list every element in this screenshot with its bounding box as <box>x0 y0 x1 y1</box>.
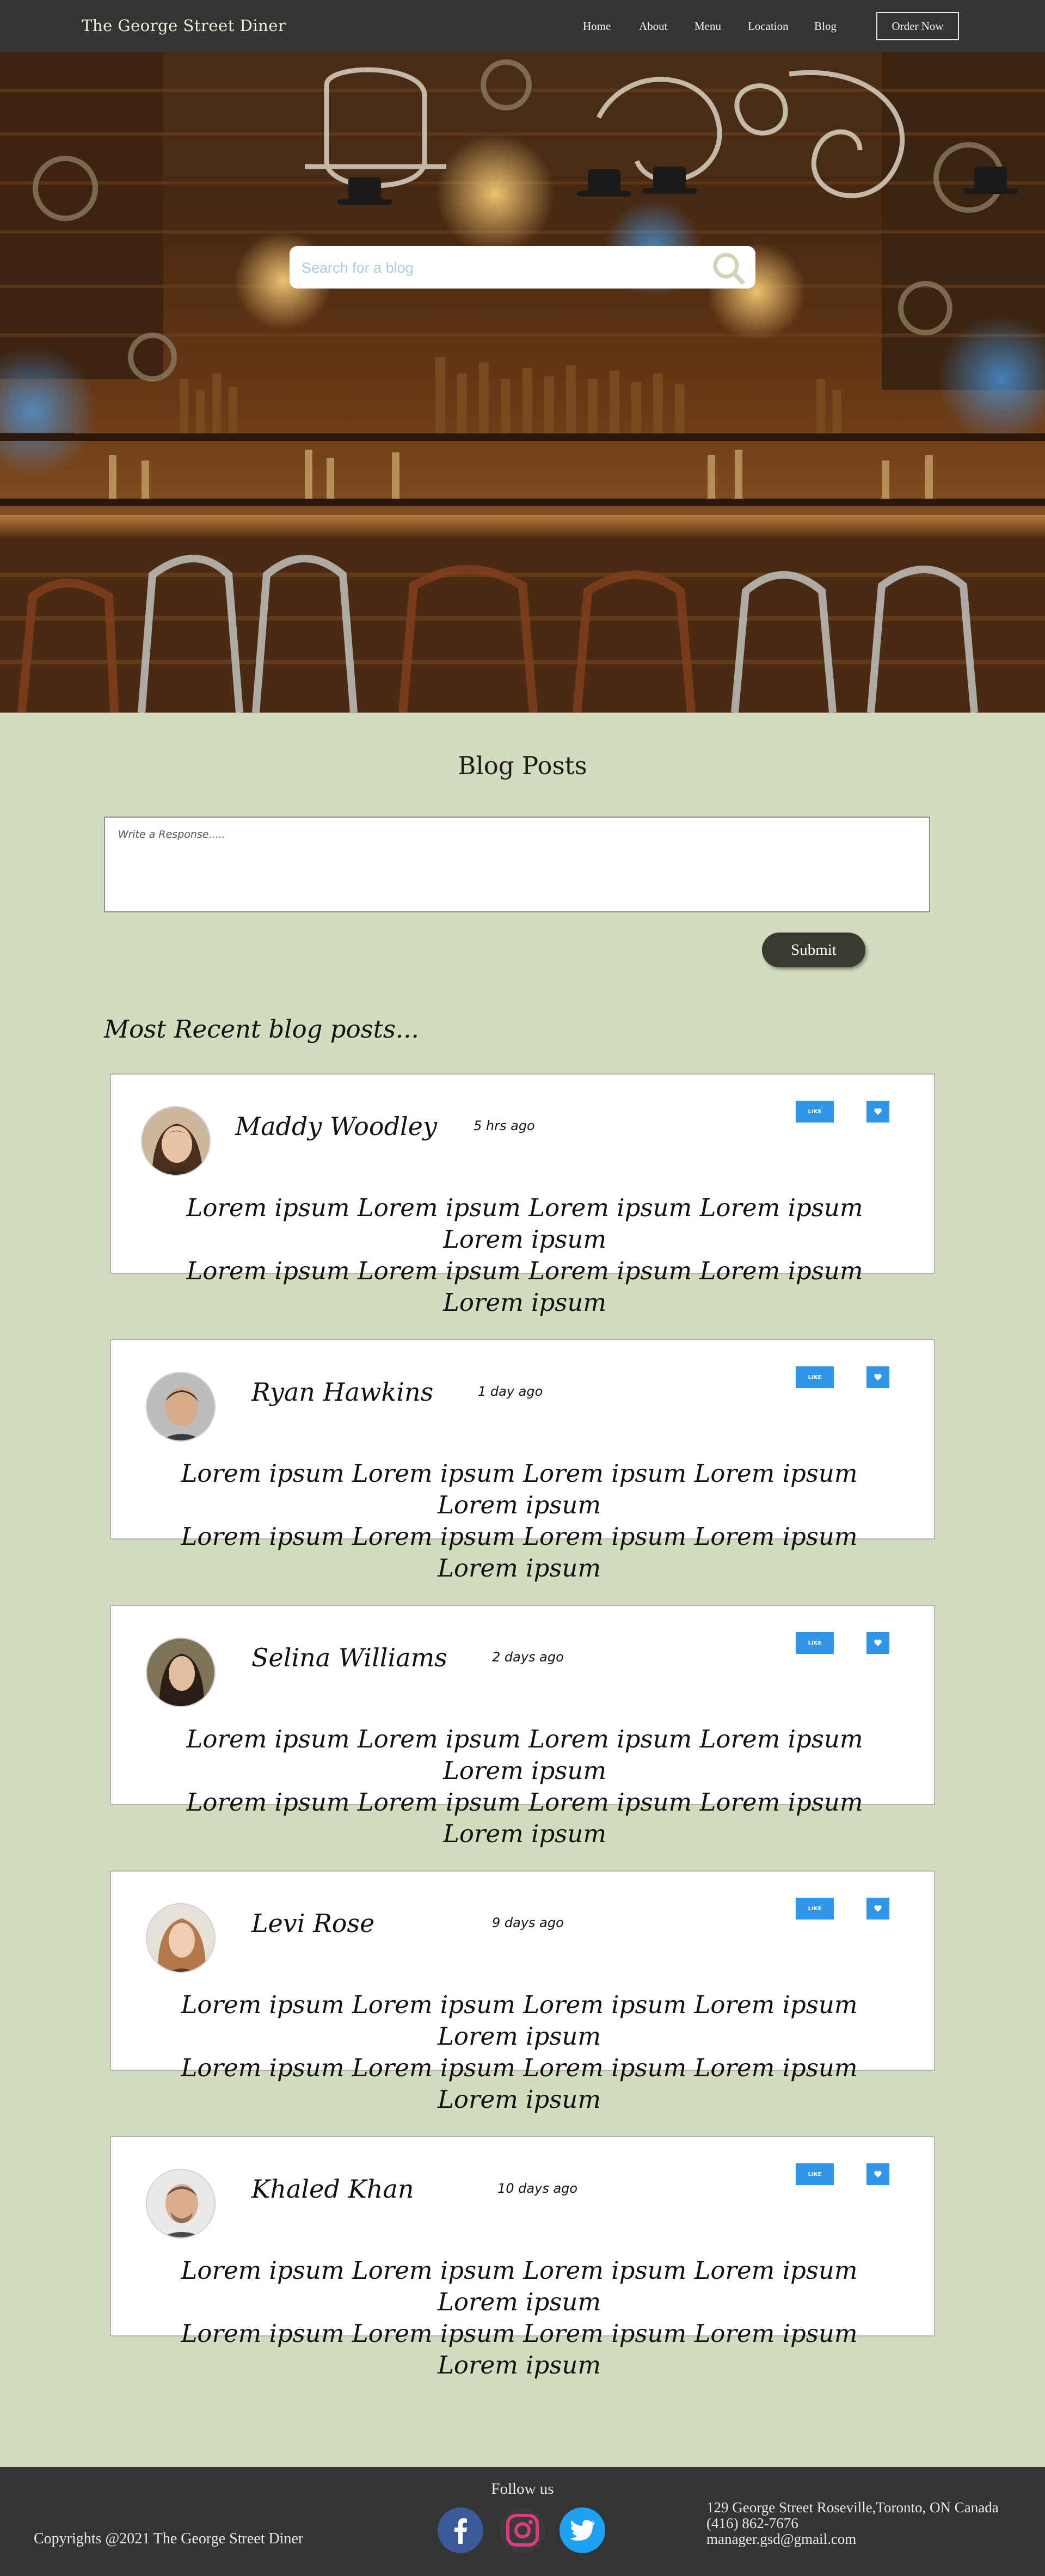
post-body-line: Lorem ipsum Lorem ipsum Lorem ipsum Lore… <box>181 1522 858 1583</box>
blog-search-box <box>290 246 755 289</box>
post-time: 10 days ago <box>497 2181 578 2196</box>
blog-post-card: Ryan Hawkins 1 day ago LIKE Lorem ipsum … <box>110 1339 935 1583</box>
post-body: Lorem ipsum Lorem ipsum Lorem ipsum Lore… <box>144 1724 906 1850</box>
post-body-line: Lorem ipsum Lorem ipsum Lorem ipsum Lore… <box>181 2319 858 2379</box>
heart-icon <box>874 1639 882 1646</box>
post-body: Lorem ipsum Lorem ipsum Lorem ipsum Lore… <box>138 2255 900 2381</box>
post-body-line: Lorem ipsum Lorem ipsum Lorem ipsum Lore… <box>186 1193 863 1254</box>
site-footer: Follow us Copyrights @2021 The George St… <box>0 2467 1045 2576</box>
post-body-line: Lorem ipsum Lorem ipsum Lorem ipsum Lore… <box>186 1725 863 1785</box>
post-body-line: Lorem ipsum Lorem ipsum Lorem ipsum Lore… <box>181 1990 858 2051</box>
favorite-button[interactable] <box>866 2163 889 2185</box>
favorite-button[interactable] <box>866 1366 889 1388</box>
address-text: 129 George Street Roseville,Toronto, ON … <box>706 2499 999 2516</box>
avatar[interactable] <box>146 2169 216 2238</box>
follow-us-label: Follow us <box>491 2480 554 2498</box>
blog-post-card: Khaled Khan 10 days ago LIKE Lorem ipsum… <box>110 2136 935 2379</box>
blog-search-input[interactable] <box>300 256 705 280</box>
post-author[interactable]: Maddy Woodley <box>235 1112 437 1141</box>
blog-post-card: Levi Rose 9 days ago LIKE Lorem ipsum Lo… <box>110 1870 935 2114</box>
blog-post-card: Selina Williams 2 days ago LIKE Lorem ip… <box>110 1605 935 1848</box>
response-input[interactable] <box>117 827 919 906</box>
nav-link-menu[interactable]: Menu <box>694 20 721 33</box>
avatar[interactable] <box>146 1637 216 1707</box>
post-time: 9 days ago <box>492 1915 564 1930</box>
order-now-button[interactable]: Order Now <box>876 12 959 40</box>
like-button[interactable]: LIKE <box>796 1366 834 1388</box>
avatar[interactable] <box>146 1372 216 1442</box>
heart-icon <box>874 1108 882 1115</box>
phone-text[interactable]: (416) 862-7676 <box>706 2516 999 2531</box>
post-body-line: Lorem ipsum Lorem ipsum Lorem ipsum Lore… <box>186 1788 863 1848</box>
post-body: Lorem ipsum Lorem ipsum Lorem ipsum Lore… <box>144 1192 906 1318</box>
nav-link-home[interactable]: Home <box>583 20 611 33</box>
brand-logo[interactable]: The George Street Diner <box>82 16 286 35</box>
post-author[interactable]: Selina Williams <box>251 1643 447 1672</box>
copyright-text: Copyrights @2021 The George Street Diner <box>34 2530 304 2547</box>
like-button[interactable]: LIKE <box>796 1101 834 1123</box>
nav-link-location[interactable]: Location <box>748 20 789 33</box>
post-time: 2 days ago <box>492 1649 564 1665</box>
hero-bar-illustration <box>0 52 1045 713</box>
email-text[interactable]: manager.gsd@gmail.com <box>706 2531 999 2547</box>
heart-icon <box>874 1905 882 1912</box>
nav-link-about[interactable]: About <box>639 20 668 33</box>
top-nav: The George Street Diner Home About Menu … <box>0 0 1045 52</box>
twitter-icon[interactable] <box>560 2507 605 2553</box>
post-body-line: Lorem ipsum Lorem ipsum Lorem ipsum Lore… <box>181 1459 858 1519</box>
favorite-button[interactable] <box>866 1898 889 1919</box>
facebook-icon[interactable] <box>438 2507 483 2553</box>
like-button[interactable]: LIKE <box>796 2163 834 2185</box>
post-body-line: Lorem ipsum Lorem ipsum Lorem ipsum Lore… <box>181 2053 858 2114</box>
like-button[interactable]: LIKE <box>796 1898 834 1919</box>
response-box <box>104 817 930 912</box>
blog-post-card: Maddy Woodley 5 hrs ago LIKE Lorem ipsum… <box>110 1074 935 1317</box>
post-author[interactable]: Levi Rose <box>251 1909 374 1938</box>
page-title: Blog Posts <box>458 751 587 780</box>
post-body: Lorem ipsum Lorem ipsum Lorem ipsum Lore… <box>138 1989 900 2115</box>
favorite-button[interactable] <box>866 1632 889 1654</box>
hero-banner <box>0 52 1045 713</box>
like-button[interactable]: LIKE <box>796 1632 834 1654</box>
instagram-icon[interactable] <box>500 2507 545 2553</box>
heart-icon <box>874 1373 882 1381</box>
submit-button[interactable]: Submit <box>762 933 865 967</box>
contact-info: 129 George Street Roseville,Toronto, ON … <box>706 2500 999 2547</box>
post-author[interactable]: Khaled Khan <box>251 2174 414 2204</box>
recent-posts-heading: Most Recent blog posts... <box>104 1015 419 1044</box>
search-icon[interactable] <box>710 249 747 286</box>
favorite-button[interactable] <box>866 1101 889 1123</box>
avatar[interactable] <box>146 1903 216 1973</box>
nav-link-blog[interactable]: Blog <box>814 20 837 33</box>
post-time: 5 hrs ago <box>474 1118 535 1133</box>
post-body: Lorem ipsum Lorem ipsum Lorem ipsum Lore… <box>138 1458 900 1584</box>
post-body-line: Lorem ipsum Lorem ipsum Lorem ipsum Lore… <box>186 1256 863 1317</box>
post-time: 1 day ago <box>478 1384 543 1399</box>
post-author[interactable]: Ryan Hawkins <box>251 1377 433 1407</box>
post-body-line: Lorem ipsum Lorem ipsum Lorem ipsum Lore… <box>181 2256 858 2316</box>
heart-icon <box>874 2170 882 2178</box>
avatar[interactable] <box>141 1106 211 1176</box>
